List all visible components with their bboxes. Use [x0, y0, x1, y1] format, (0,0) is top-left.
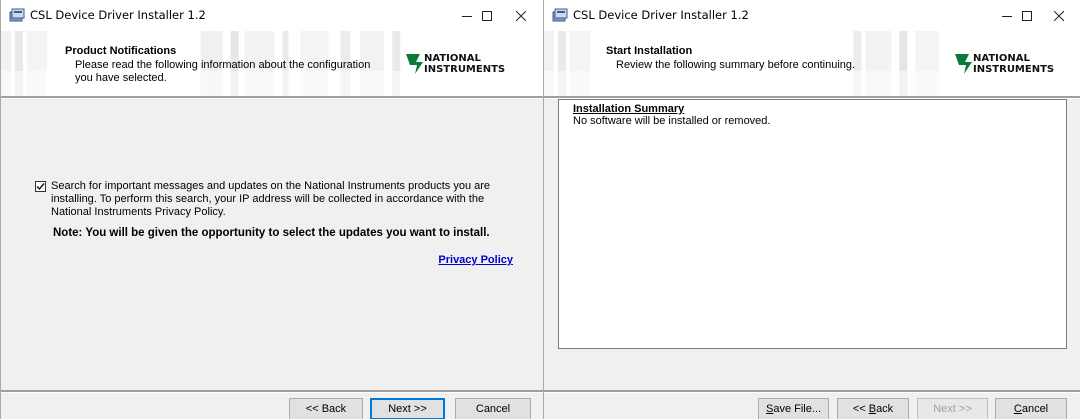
updates-checkbox-label[interactable]: Search for important messages and update… [51, 180, 521, 219]
installer-window-start-installation: CSL Device Driver Installer 1.2 Start In… [543, 0, 1080, 419]
logo-line2: INSTRUMENTS [424, 64, 505, 75]
back-button[interactable]: << Back [289, 398, 363, 419]
updates-checkbox[interactable] [35, 181, 46, 192]
close-icon [1054, 10, 1064, 21]
summary-title: Installation Summary [573, 103, 685, 115]
privacy-policy-link[interactable]: Privacy Policy [438, 254, 513, 266]
installer-window-product-notifications: CSL Device Driver Installer 1.2 Product … [0, 0, 543, 419]
back-label-prefix: << [852, 403, 869, 415]
ni-eagle-icon [955, 54, 972, 74]
window-title: CSL Device Driver Installer 1.2 [573, 8, 749, 22]
header-title: Product Notifications [65, 45, 177, 57]
ni-logo: NATIONAL INSTRUMENTS [955, 53, 1054, 75]
back-button[interactable]: << Back [837, 398, 909, 419]
installation-summary-panel[interactable]: Installation Summary No software will be… [558, 99, 1067, 349]
close-button[interactable] [1036, 0, 1080, 31]
footer-divider [1, 390, 543, 393]
wizard-header: Start Installation Review the following … [544, 31, 1080, 96]
header-title: Start Installation [606, 45, 693, 57]
next-button: Next >> [917, 398, 988, 419]
save-file-button[interactable]: Save File... [758, 398, 829, 419]
updates-note: Note: You will be given the opportunity … [53, 227, 490, 239]
ni-eagle-icon [406, 54, 423, 74]
close-button[interactable] [498, 0, 543, 31]
title-bar[interactable]: CSL Device Driver Installer 1.2 [1, 0, 543, 31]
header-description: Please read the following information ab… [75, 59, 371, 84]
title-bar[interactable]: CSL Device Driver Installer 1.2 [544, 0, 1080, 31]
header-description: Review the following summary before cont… [616, 59, 856, 71]
close-icon [516, 10, 526, 21]
save-file-label: ave File... [773, 403, 822, 415]
cancel-button[interactable]: Cancel [455, 398, 531, 419]
summary-text: No software will be installed or removed… [573, 115, 771, 127]
back-access-key: B [868, 403, 877, 415]
maximize-icon [482, 10, 492, 21]
logo-line1: NATIONAL [973, 53, 1030, 64]
cancel-label: ancel [1021, 403, 1049, 415]
next-button[interactable]: Next >> [370, 398, 445, 419]
wizard-header: Product Notifications Please read the fo… [1, 31, 543, 96]
checkmark-icon [36, 183, 45, 191]
logo-line2: INSTRUMENTS [973, 64, 1054, 75]
logo-line1: NATIONAL [424, 53, 481, 64]
installer-app-icon [552, 8, 568, 22]
header-divider [1, 96, 543, 99]
ni-logo: NATIONAL INSTRUMENTS [406, 53, 505, 75]
save-file-access-key: S [765, 403, 774, 415]
maximize-icon [1022, 10, 1032, 21]
window-title: CSL Device Driver Installer 1.2 [30, 8, 206, 22]
cancel-button[interactable]: Cancel [995, 398, 1067, 419]
footer-divider [544, 390, 1080, 393]
cancel-access-key: C [1013, 403, 1022, 415]
back-label: ack [876, 403, 894, 415]
installer-app-icon [9, 8, 25, 22]
